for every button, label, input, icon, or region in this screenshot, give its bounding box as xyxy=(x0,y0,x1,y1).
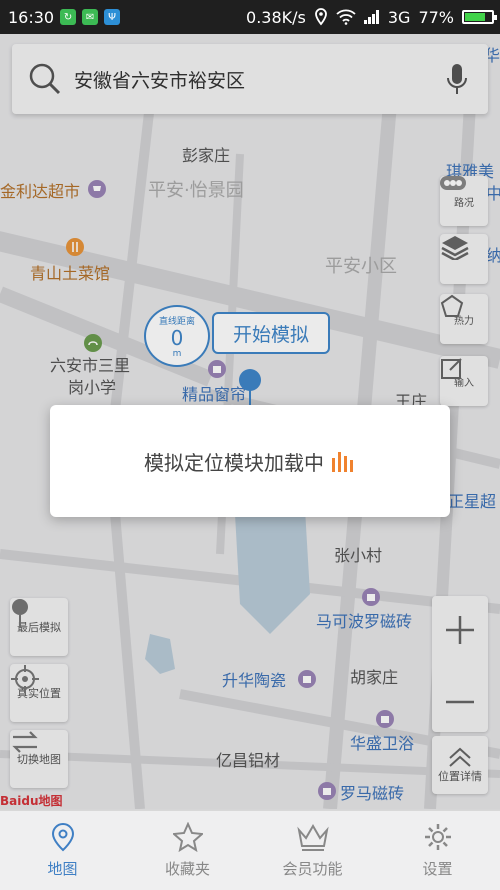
map-label: 中 xyxy=(486,184,500,203)
network-speed: 0.38K/s xyxy=(246,7,306,27)
school-poi-icon xyxy=(84,334,102,352)
gear-icon xyxy=(424,824,451,850)
map-label: 平安·怡景园 xyxy=(148,180,244,201)
swap-icon xyxy=(12,731,38,753)
map-label: 张小村 xyxy=(334,546,383,565)
edit-icon xyxy=(441,358,462,379)
traffic-icon xyxy=(440,176,466,190)
shop-poi-icon xyxy=(318,782,336,800)
usb-icon: Ψ xyxy=(104,9,121,25)
status-time: 16:30 xyxy=(8,7,55,27)
loading-message: 模拟定位模块加载中 xyxy=(144,450,324,475)
wifi-icon xyxy=(336,9,356,25)
map-label: 青山土菜馆 xyxy=(30,264,111,283)
shop-poi-icon xyxy=(362,588,380,606)
tab-label: 会员功能 xyxy=(282,860,343,878)
network-type: 3G xyxy=(387,7,411,27)
search-icon[interactable] xyxy=(28,62,62,96)
baidu-logo: Baidu地图 xyxy=(0,794,63,808)
traffic-button[interactable]: 路况 xyxy=(440,176,488,226)
last-simulation-button[interactable]: 最后模拟 xyxy=(10,598,68,656)
map-label: 升华陶瓷 xyxy=(222,671,287,690)
star-icon xyxy=(172,822,203,852)
tab-label: 设置 xyxy=(422,860,453,878)
pin-icon xyxy=(12,599,28,628)
tab-map[interactable]: 地图 xyxy=(0,811,125,890)
location-detail-label: 位置详情 xyxy=(438,770,482,783)
map-label: 纳 xyxy=(486,246,500,265)
layers-button[interactable] xyxy=(440,234,488,284)
message-icon: ✉ xyxy=(82,9,99,25)
map-label: 华盛卫浴 xyxy=(350,734,415,753)
tab-label: 地图 xyxy=(47,860,78,878)
map-label: 岗小学 xyxy=(68,378,117,397)
start-simulation-button[interactable]: 开始模拟 xyxy=(212,312,330,354)
shop-poi-icon xyxy=(376,710,394,728)
map-label: 金利达超市 xyxy=(0,182,81,201)
map-label: 马可波罗磁砖 xyxy=(316,612,413,631)
restaurant-poi-icon xyxy=(66,238,84,256)
loading-bars-icon xyxy=(332,452,353,472)
status-bar: 16:30 ↻ ✉ Ψ 0.38K/s 3G 77% xyxy=(0,0,500,34)
location-pin-icon[interactable] xyxy=(236,368,264,408)
shop-poi-icon xyxy=(88,180,106,198)
location-icon xyxy=(314,8,327,26)
tab-favorites[interactable]: 收藏夹 xyxy=(125,811,250,890)
microphone-icon[interactable] xyxy=(446,62,468,96)
zoom-controls xyxy=(432,596,488,732)
map-label: 胡家庄 xyxy=(350,668,399,687)
shop-poi-icon xyxy=(298,670,316,688)
shop-poi-icon xyxy=(208,360,226,378)
switch-map-button[interactable]: 切换地图 xyxy=(10,730,68,788)
bottom-tab-bar: 地图 收藏夹 会员功能 设置 xyxy=(0,810,500,890)
heatmap-button[interactable]: 热力 xyxy=(440,294,488,344)
search-bar[interactable]: 安徽省六安市裕安区 xyxy=(12,44,488,114)
map-pin-icon xyxy=(51,822,74,852)
map-label: 平安小区 xyxy=(325,256,397,277)
map-label: 六安市三里 xyxy=(50,356,131,375)
distance-label: 直线距离 xyxy=(158,316,195,327)
distance-unit: m xyxy=(172,348,182,359)
battery-percent: 77% xyxy=(418,7,454,27)
tab-settings[interactable]: 设置 xyxy=(375,811,500,890)
traffic-label: 路况 xyxy=(454,197,474,209)
chevron-up-icon xyxy=(449,747,471,767)
layers-icon xyxy=(441,236,469,260)
crosshair-icon xyxy=(11,665,39,693)
input-button[interactable]: 输入 xyxy=(440,356,488,406)
app-notification-icon: ↻ xyxy=(60,9,77,25)
zoom-out-button[interactable] xyxy=(432,668,488,736)
location-detail-button[interactable]: 位置详情 xyxy=(432,736,488,794)
zoom-in-button[interactable] xyxy=(432,596,488,664)
signal-icon xyxy=(363,10,379,24)
real-location-button[interactable]: 真实位置 xyxy=(10,664,68,722)
tab-membership[interactable]: 会员功能 xyxy=(250,811,375,890)
search-input[interactable]: 安徽省六安市裕安区 xyxy=(74,66,245,93)
map-label: 亿昌铝材 xyxy=(216,751,281,770)
distance-value: 0 xyxy=(170,325,184,350)
battery-icon xyxy=(462,10,497,24)
heatmap-icon xyxy=(440,294,464,317)
crown-icon xyxy=(296,824,329,851)
tab-label: 收藏夹 xyxy=(164,860,210,878)
map-label: 罗马磁砖 xyxy=(340,784,405,803)
loading-dialog: 模拟定位模块加载中 xyxy=(50,405,450,517)
map-label: 彭家庄 xyxy=(182,146,231,165)
distance-bubble: 直线距离 0 m xyxy=(144,305,210,367)
map-label: 正星超 xyxy=(448,492,497,511)
